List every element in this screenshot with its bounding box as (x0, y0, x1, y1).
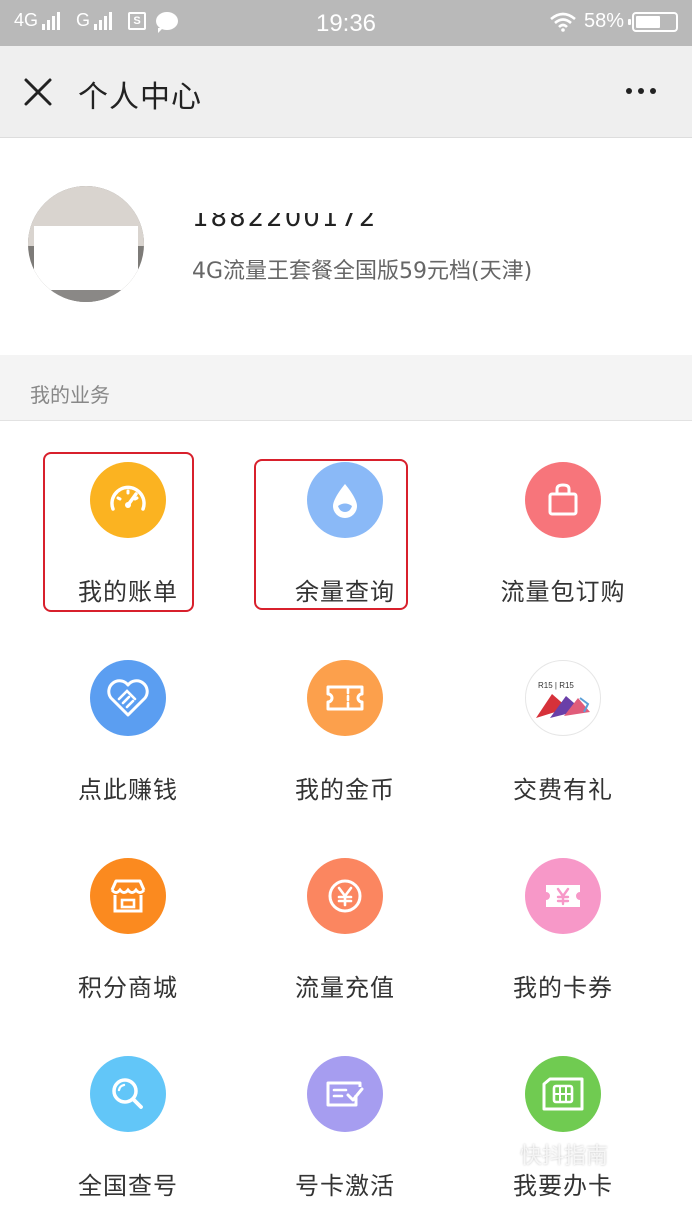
profile-card[interactable]: 1882200172 4G流量王套餐全国版59元档(天津) (0, 139, 692, 355)
service-label: 余量查询 (295, 578, 395, 606)
battery-percent: 58% (583, 10, 624, 32)
close-icon[interactable] (22, 76, 54, 108)
plan-name: 4G流量王套餐全国版59元档(天津) (192, 259, 533, 284)
section-header: 我的业务 (0, 355, 692, 421)
yen-ticket-icon (525, 858, 601, 934)
sim-card-icon (525, 1056, 601, 1132)
watermark: 快抖指南 (520, 1144, 609, 1169)
section-title: 我的业务 (30, 383, 110, 407)
service-my-coins[interactable]: 我的金币 (230, 660, 460, 858)
more-dots-icon[interactable] (620, 88, 656, 94)
service-data-package[interactable]: 流量包订购 (448, 462, 678, 660)
service-card-activation[interactable]: 号卡激活 (230, 1056, 460, 1230)
service-label: 我要办卡 (513, 1172, 613, 1200)
store-icon (90, 858, 166, 934)
card-check-icon (307, 1056, 383, 1132)
service-label: 我的卡券 (513, 974, 613, 1002)
ticket-icon (307, 660, 383, 736)
service-number-search[interactable]: 全国查号 (13, 1056, 243, 1230)
service-balance-query[interactable]: 余量查询 (230, 462, 460, 660)
service-earn-money[interactable]: 点此赚钱 (13, 660, 243, 858)
service-label: 交费有礼 (513, 776, 613, 804)
speedometer-icon (90, 462, 166, 538)
service-label: 流量充值 (295, 974, 395, 1002)
service-my-coupons[interactable]: 我的卡券 (448, 858, 678, 1056)
search-icon (90, 1056, 166, 1132)
service-label: 积分商城 (78, 974, 178, 1002)
wifi-icon (550, 12, 576, 32)
shopping-bag-icon (525, 462, 601, 538)
battery-icon (628, 11, 678, 32)
page-title: 个人中心 (78, 80, 202, 115)
yen-coin-icon (307, 858, 383, 934)
service-label: 全国查号 (78, 1172, 178, 1200)
handshake-icon (90, 660, 166, 736)
service-label: 号卡激活 (295, 1172, 395, 1200)
service-my-bill[interactable]: 我的账单 (13, 462, 243, 660)
service-data-recharge[interactable]: 流量充值 (230, 858, 460, 1056)
avatar[interactable] (28, 186, 144, 302)
service-label: 我的金币 (295, 776, 395, 804)
service-label: 流量包订购 (500, 578, 626, 606)
service-label: 我的账单 (78, 578, 178, 606)
phone-number: 1882200172 (192, 213, 378, 229)
phone-promo-image: R15 | R15 (525, 660, 601, 736)
app-header: 个人中心 (0, 46, 692, 138)
service-points-mall[interactable]: 积分商城 (13, 858, 243, 1056)
water-drop-icon (307, 462, 383, 538)
status-bar: 4G G S 19:36 58% (0, 0, 692, 46)
svg-text:R15 | R15: R15 | R15 (538, 681, 574, 690)
status-right: 58% (550, 10, 678, 33)
service-label: 点此赚钱 (78, 776, 178, 804)
service-payment-gift[interactable]: R15 | R15 交费有礼 (448, 660, 678, 858)
